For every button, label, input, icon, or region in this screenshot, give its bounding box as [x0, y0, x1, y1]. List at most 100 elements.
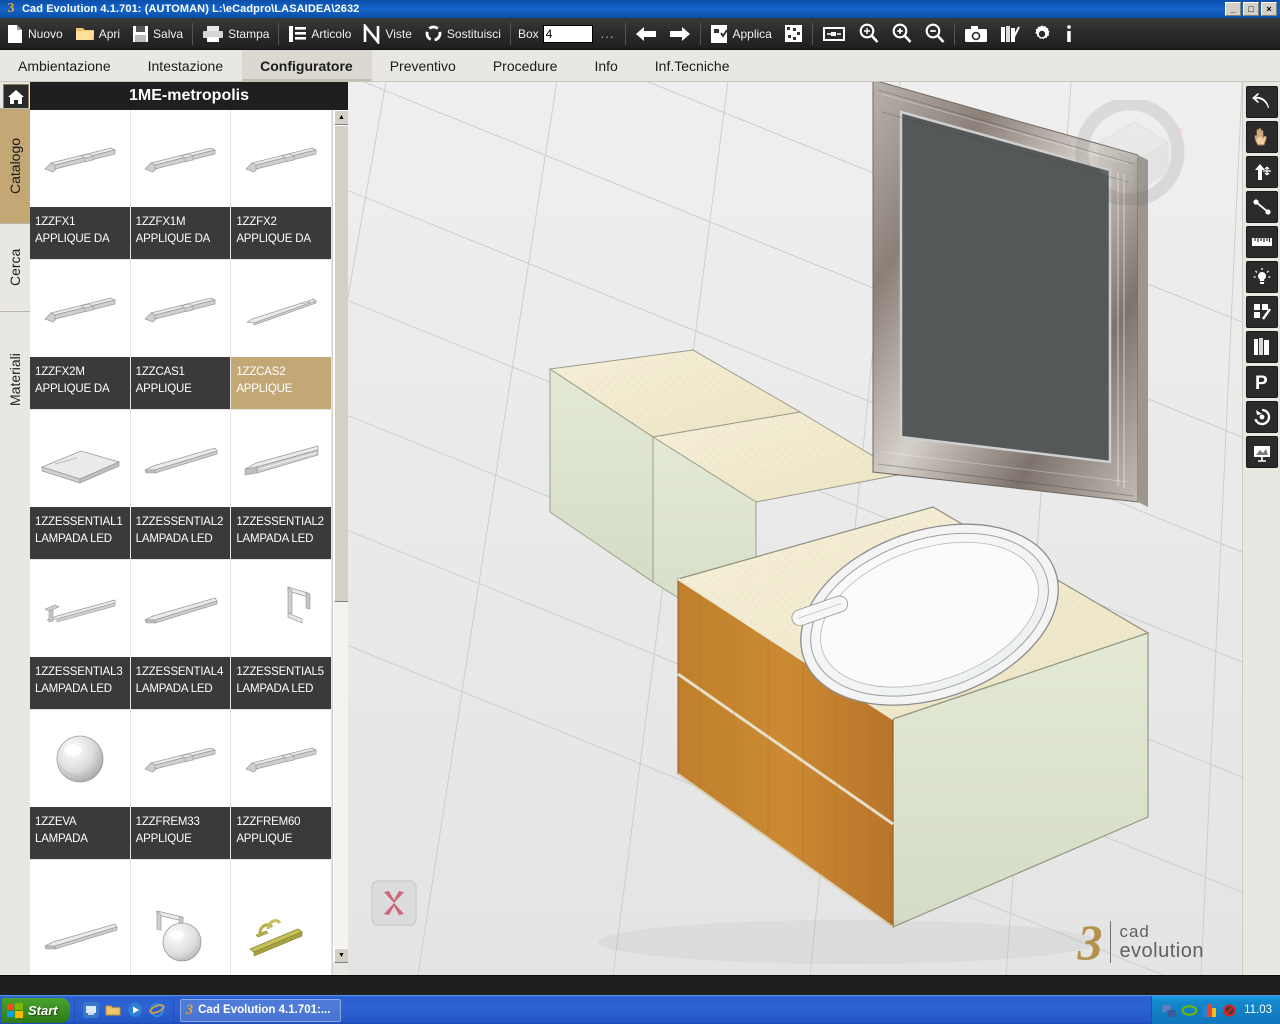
- antivirus-blocked-icon[interactable]: [1222, 1003, 1237, 1018]
- toolbar-separator: [625, 22, 627, 45]
- apply-button[interactable]: Applica: [704, 19, 777, 49]
- arrow-left-icon: [635, 26, 657, 42]
- cad-evolution-watermark: 3 cad evolution: [1077, 917, 1204, 967]
- toolbar-button-viste[interactable]: Viste: [357, 19, 417, 49]
- box-input[interactable]: [542, 24, 593, 43]
- tab-preventivo[interactable]: Preventivo: [372, 50, 475, 81]
- toolbar-button-apri[interactable]: Apri: [69, 19, 126, 49]
- undo-button[interactable]: [1245, 86, 1278, 118]
- catalog-item[interactable]: 1ZZFX1 APPLIQUE DA: [30, 110, 131, 260]
- catalog-item[interactable]: [30, 860, 131, 975]
- 3d-viewport[interactable]: X Z Y 3 cad evolution: [348, 82, 1242, 975]
- catalog-item[interactable]: 1ZZESSENTIAL2 LAMPADA LED: [130, 410, 232, 560]
- scroll-up-arrow-icon[interactable]: ▲: [334, 110, 349, 125]
- info-button[interactable]: [1058, 19, 1080, 49]
- catalog-item-thumbnail: [30, 560, 130, 657]
- catalog-item[interactable]: 1ZZEVA LAMPADA: [30, 710, 131, 860]
- home-icon: [7, 89, 25, 105]
- scrollbar-thumb[interactable]: [334, 125, 349, 602]
- catalog-item-description: LAMPADA LED: [236, 533, 314, 545]
- toolbar-button-nuovo[interactable]: Nuovo: [0, 19, 69, 49]
- scroll-down-arrow-icon[interactable]: ▼: [334, 948, 349, 963]
- catalog-item-code: 1ZZESSENTIAL3: [35, 666, 123, 678]
- catalog-item[interactable]: [130, 860, 232, 975]
- graphics-icon[interactable]: [1202, 1003, 1217, 1018]
- pan-tool-button[interactable]: [1245, 121, 1278, 153]
- tab-intestazione[interactable]: Intestazione: [130, 50, 243, 81]
- start-button[interactable]: Start: [2, 997, 70, 1023]
- sidebar-item-materiali[interactable]: Materiali: [0, 311, 30, 448]
- show-desktop-icon[interactable]: [82, 1002, 99, 1018]
- catalog-item-caption: 1ZZFX1M APPLIQUE DA: [130, 207, 231, 259]
- nvidia-icon[interactable]: [1182, 1003, 1198, 1018]
- zoom-window-button[interactable]: [852, 19, 885, 49]
- catalog-item[interactable]: 1ZZESSENTIAL1 LAMPADA LED: [30, 410, 131, 560]
- nav-forward-button[interactable]: [663, 19, 697, 49]
- parameters-button[interactable]: P: [1245, 366, 1278, 398]
- catalog-item[interactable]: 1ZZFREM33 APPLIQUE: [130, 710, 232, 860]
- tab-ambientazione[interactable]: Ambientazione: [0, 50, 130, 81]
- materials-button[interactable]: [1245, 296, 1278, 328]
- ruler-icon: [1251, 236, 1273, 248]
- network-icon[interactable]: [1162, 1003, 1177, 1018]
- view-orientation-cube[interactable]: X Z Y: [1060, 100, 1200, 205]
- media-player-icon[interactable]: [127, 1002, 143, 1018]
- taskbar-window-button[interactable]: 3 Cad Evolution 4.1.701:...: [179, 998, 342, 1022]
- box-field-label: Box: [517, 26, 539, 41]
- maximize-button[interactable]: □: [1243, 2, 1259, 16]
- tab-info[interactable]: Info: [576, 50, 636, 81]
- nav-back-button[interactable]: [629, 19, 663, 49]
- toolbar-button-salva[interactable]: Salva: [126, 19, 189, 49]
- catalog-item[interactable]: 1ZZCAS2 APPLIQUE: [231, 260, 332, 410]
- catalog-item[interactable]: 1ZZESSENTIAL2 LAMPADA LED: [231, 410, 332, 560]
- internet-explorer-icon[interactable]: [149, 1002, 165, 1018]
- presentation-button[interactable]: [1245, 436, 1278, 468]
- catalog-item-thumbnail: [30, 260, 130, 357]
- zoom-fit-button[interactable]: [816, 19, 852, 49]
- catalog-home-button[interactable]: [3, 84, 29, 110]
- catalog-scrollbar[interactable]: ▲ ▼: [333, 110, 349, 963]
- axis-gizmo-icon[interactable]: [370, 879, 418, 927]
- sidebar-item-catalogo[interactable]: Catalogo: [0, 108, 30, 223]
- catalog-item[interactable]: 1ZZFREM60 APPLIQUE: [231, 710, 332, 860]
- catalog-item-description: LAMPADA LED: [135, 533, 213, 545]
- minimize-button[interactable]: _: [1225, 2, 1241, 16]
- libraries-rail-button[interactable]: [1245, 331, 1278, 363]
- catalog-grid[interactable]: 1ZZFX1 APPLIQUE DA 1ZZFX1M APPLIQUE DA 1ZZ…: [30, 110, 333, 975]
- catalog-item[interactable]: 1ZZFX1M APPLIQUE DA: [130, 110, 232, 260]
- catalog-item-thumbnail: [131, 410, 231, 507]
- sidebar-item-cerca[interactable]: Cerca: [0, 223, 30, 311]
- tab-configuratore[interactable]: Configuratore: [242, 50, 372, 81]
- libraries-button[interactable]: [994, 19, 1026, 49]
- right-tool-rail: P: [1242, 82, 1280, 975]
- toolbar-button-stampa[interactable]: Stampa: [196, 19, 275, 49]
- catalog-item[interactable]: 1ZZFX2 APPLIQUE DA: [231, 110, 332, 260]
- toolbar-button-sostituisci[interactable]: Sostituisci: [418, 19, 507, 49]
- catalog-item[interactable]: 1ZZESSENTIAL4 LAMPADA LED: [130, 560, 232, 710]
- render-button[interactable]: [778, 19, 809, 49]
- box-more-button[interactable]: ...: [593, 26, 623, 41]
- measure-button[interactable]: [1245, 226, 1278, 258]
- catalog-item[interactable]: 1ZZESSENTIAL3 LAMPADA LED: [30, 560, 131, 710]
- catalog-item[interactable]: [231, 860, 332, 975]
- catalog-item[interactable]: 1ZZFX2M APPLIQUE DA: [30, 260, 131, 410]
- move-object-button[interactable]: [1245, 156, 1278, 188]
- catalog-item-description: LAMPADA LED: [35, 683, 112, 695]
- tab-inf-tecniche[interactable]: Inf.Tecniche: [637, 50, 749, 81]
- tab-procedure[interactable]: Procedure: [475, 50, 577, 81]
- scrollbar-track[interactable]: [334, 125, 349, 948]
- rotate-button[interactable]: [1245, 401, 1278, 433]
- catalog-item-caption: 1ZZEVA LAMPADA: [30, 807, 130, 859]
- zoom-in-button[interactable]: [885, 19, 918, 49]
- toolbar-button-articolo[interactable]: Articolo: [282, 19, 357, 49]
- light-bulb-icon: [1252, 267, 1272, 287]
- catalog-item[interactable]: 1ZZESSENTIAL5 LAMPADA LED: [231, 560, 332, 710]
- close-button[interactable]: ×: [1261, 2, 1277, 16]
- zoom-out-button[interactable]: [918, 19, 951, 49]
- catalog-item[interactable]: 1ZZCAS1 APPLIQUE: [130, 260, 232, 410]
- lights-button[interactable]: [1245, 261, 1278, 293]
- camera-button[interactable]: [958, 19, 994, 49]
- folder-icon[interactable]: [105, 1002, 121, 1018]
- settings-button[interactable]: [1026, 19, 1058, 49]
- line-tool-button[interactable]: [1245, 191, 1278, 223]
